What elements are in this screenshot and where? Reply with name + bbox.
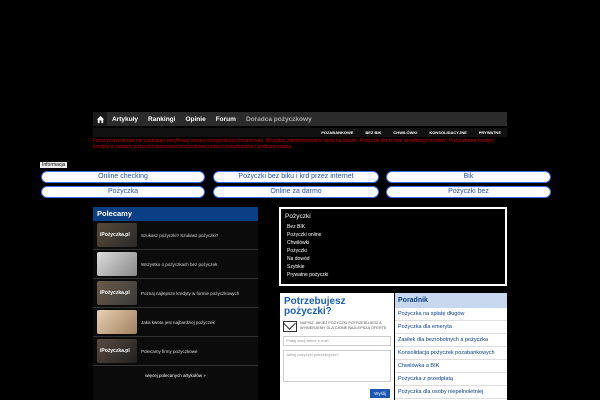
loan-type-item[interactable]: Na dowód	[281, 255, 505, 263]
panel-title: Pożyczki	[285, 213, 311, 220]
loan-types-panel: Pożyczki Bez BIK Pożyczki online Chwilów…	[279, 207, 507, 286]
subnav-item-konsolidacyjne[interactable]: KONSOLIDACYJNE	[423, 130, 472, 135]
main-nav: Artykuły Rankingi Opinie Forum Doradca p…	[93, 112, 507, 126]
nav-item-rankingi[interactable]: Rankingi	[143, 116, 180, 123]
polecamy-title: Polecamy	[93, 207, 258, 221]
article-thumbnail	[97, 310, 137, 334]
nav-item-opinie[interactable]: Opinie	[180, 116, 210, 123]
poradnik-item[interactable]: Chwilówka a BIK	[395, 360, 507, 373]
loan-type-item[interactable]: Szybkie	[281, 263, 505, 271]
loan-type-item[interactable]: Prywatne pożyczki	[281, 271, 505, 279]
sub-nav: POZABANKOWE BEZ BIK CHWILÓWKI KONSOLIDAC…	[93, 128, 507, 137]
pill-online-za-darmo[interactable]: Online za darmo	[213, 186, 379, 198]
list-item[interactable]: Jaka kwota jest najbardziej pożyczek	[93, 308, 258, 337]
form-description: NAPISZ JAKIEJ POŻYCZKI POTRZEBUJESZ A WY…	[300, 321, 387, 330]
pill-pozyczki-bez-biku[interactable]: Pożyczki bez biku i krd przez internet	[213, 171, 379, 183]
submit-button[interactable]: Wyślij	[370, 389, 390, 398]
article-title: Wszystko o pożyczkach bez pożyczek	[141, 261, 218, 267]
subnav-item-bez-bik[interactable]: BEZ BIK	[359, 130, 387, 135]
article-title: Poznaj najlepsze kredyty w formie pożycz…	[141, 290, 240, 296]
article-title: Szukasz pożyczki? Szukasz pożyczki?	[141, 232, 219, 238]
pill-bik[interactable]: Bik	[386, 171, 551, 183]
poradnik-item[interactable]: Konsolidacja pożyczek pozabankowych	[395, 347, 507, 360]
thumbnail-logo: iPożyczka.pl	[100, 348, 130, 354]
thumbnail-logo: iPożyczka.pl	[100, 232, 130, 238]
thumbnail-logo: iPożyczka.pl	[100, 290, 130, 296]
list-item[interactable]: iPożyczka.pl Szukasz pożyczki? Szukasz p…	[93, 221, 258, 250]
info-label: Informacja	[40, 162, 68, 168]
poradnik-title: Poradnik	[395, 293, 507, 308]
nav-item-doradca[interactable]: Doradca pożyczkowy	[241, 116, 317, 123]
article-thumbnail: iPożyczka.pl	[97, 339, 137, 363]
more-articles-link[interactable]: więcej polecanych artykułów »	[93, 373, 258, 378]
subnav-item-prywatne[interactable]: PRYWATNE	[473, 130, 507, 135]
loan-request-form: Potrzebujesz pożyczki? NAPISZ JAKIEJ POŻ…	[280, 293, 394, 400]
pill-pozyczki-bez[interactable]: Pożyczki bez	[386, 186, 551, 198]
nav-item-forum[interactable]: Forum	[211, 116, 241, 123]
pill-online-checking[interactable]: Online checking	[41, 171, 205, 183]
poradnik-item[interactable]: Pożyczka na spłatę długów	[395, 308, 507, 321]
article-thumbnail	[97, 252, 137, 276]
loan-need-field[interactable]: Jakiej pożyczki potrzebujesz?	[283, 350, 391, 382]
article-title: Polecamy firmy pożyczkowe	[141, 348, 198, 354]
loan-type-item[interactable]: Pożyczki online	[281, 231, 505, 239]
form-title: Potrzebujesz pożyczki?	[284, 296, 346, 317]
loan-type-item[interactable]: Pożyczki	[281, 247, 505, 255]
poradnik-panel: Poradnik Pożyczka na spłatę długów Pożyc…	[395, 293, 507, 400]
poradnik-item[interactable]: Pożyczka dla osoby niepełnoletniej	[395, 386, 507, 399]
subnav-item-chwilowki[interactable]: CHWILÓWKI	[387, 130, 423, 135]
mail-icon	[283, 321, 297, 332]
warning-text: Firma pożyczkowa nie zastosuje weryfikac…	[93, 138, 495, 150]
polecamy-panel: Polecamy iPożyczka.pl Szukasz pożyczki? …	[93, 207, 258, 400]
loan-type-item[interactable]: Bez BIK	[281, 223, 505, 231]
article-thumbnail: iPożyczka.pl	[97, 281, 137, 305]
article-thumbnail: iPożyczka.pl	[97, 223, 137, 247]
poradnik-item[interactable]: Pożyczka dla emeryta	[395, 321, 507, 334]
subnav-item-pozabankowe[interactable]: POZABANKOWE	[315, 130, 359, 135]
pill-pozyczka[interactable]: Pożyczka	[41, 186, 205, 198]
list-item[interactable]: iPożyczka.pl Polecamy firmy pożyczkowe	[93, 337, 258, 366]
list-item[interactable]: iPożyczka.pl Poznaj najlepsze kredyty w …	[93, 279, 258, 308]
home-icon[interactable]	[93, 112, 107, 126]
poradnik-item[interactable]: Pożyczka z przedpłatą	[395, 373, 507, 386]
poradnik-item[interactable]: Zasiłek dla bezrobotnych a pożyczka	[395, 334, 507, 347]
list-item[interactable]: Wszystko o pożyczkach bez pożyczek	[93, 250, 258, 279]
nav-item-artykuly[interactable]: Artykuły	[107, 116, 143, 123]
article-title: Jaka kwota jest najbardziej pożyczek	[141, 319, 215, 325]
email-field[interactable]: Podaj swój adres e-mail	[283, 336, 391, 346]
loan-type-item[interactable]: Chwilówki	[281, 239, 505, 247]
